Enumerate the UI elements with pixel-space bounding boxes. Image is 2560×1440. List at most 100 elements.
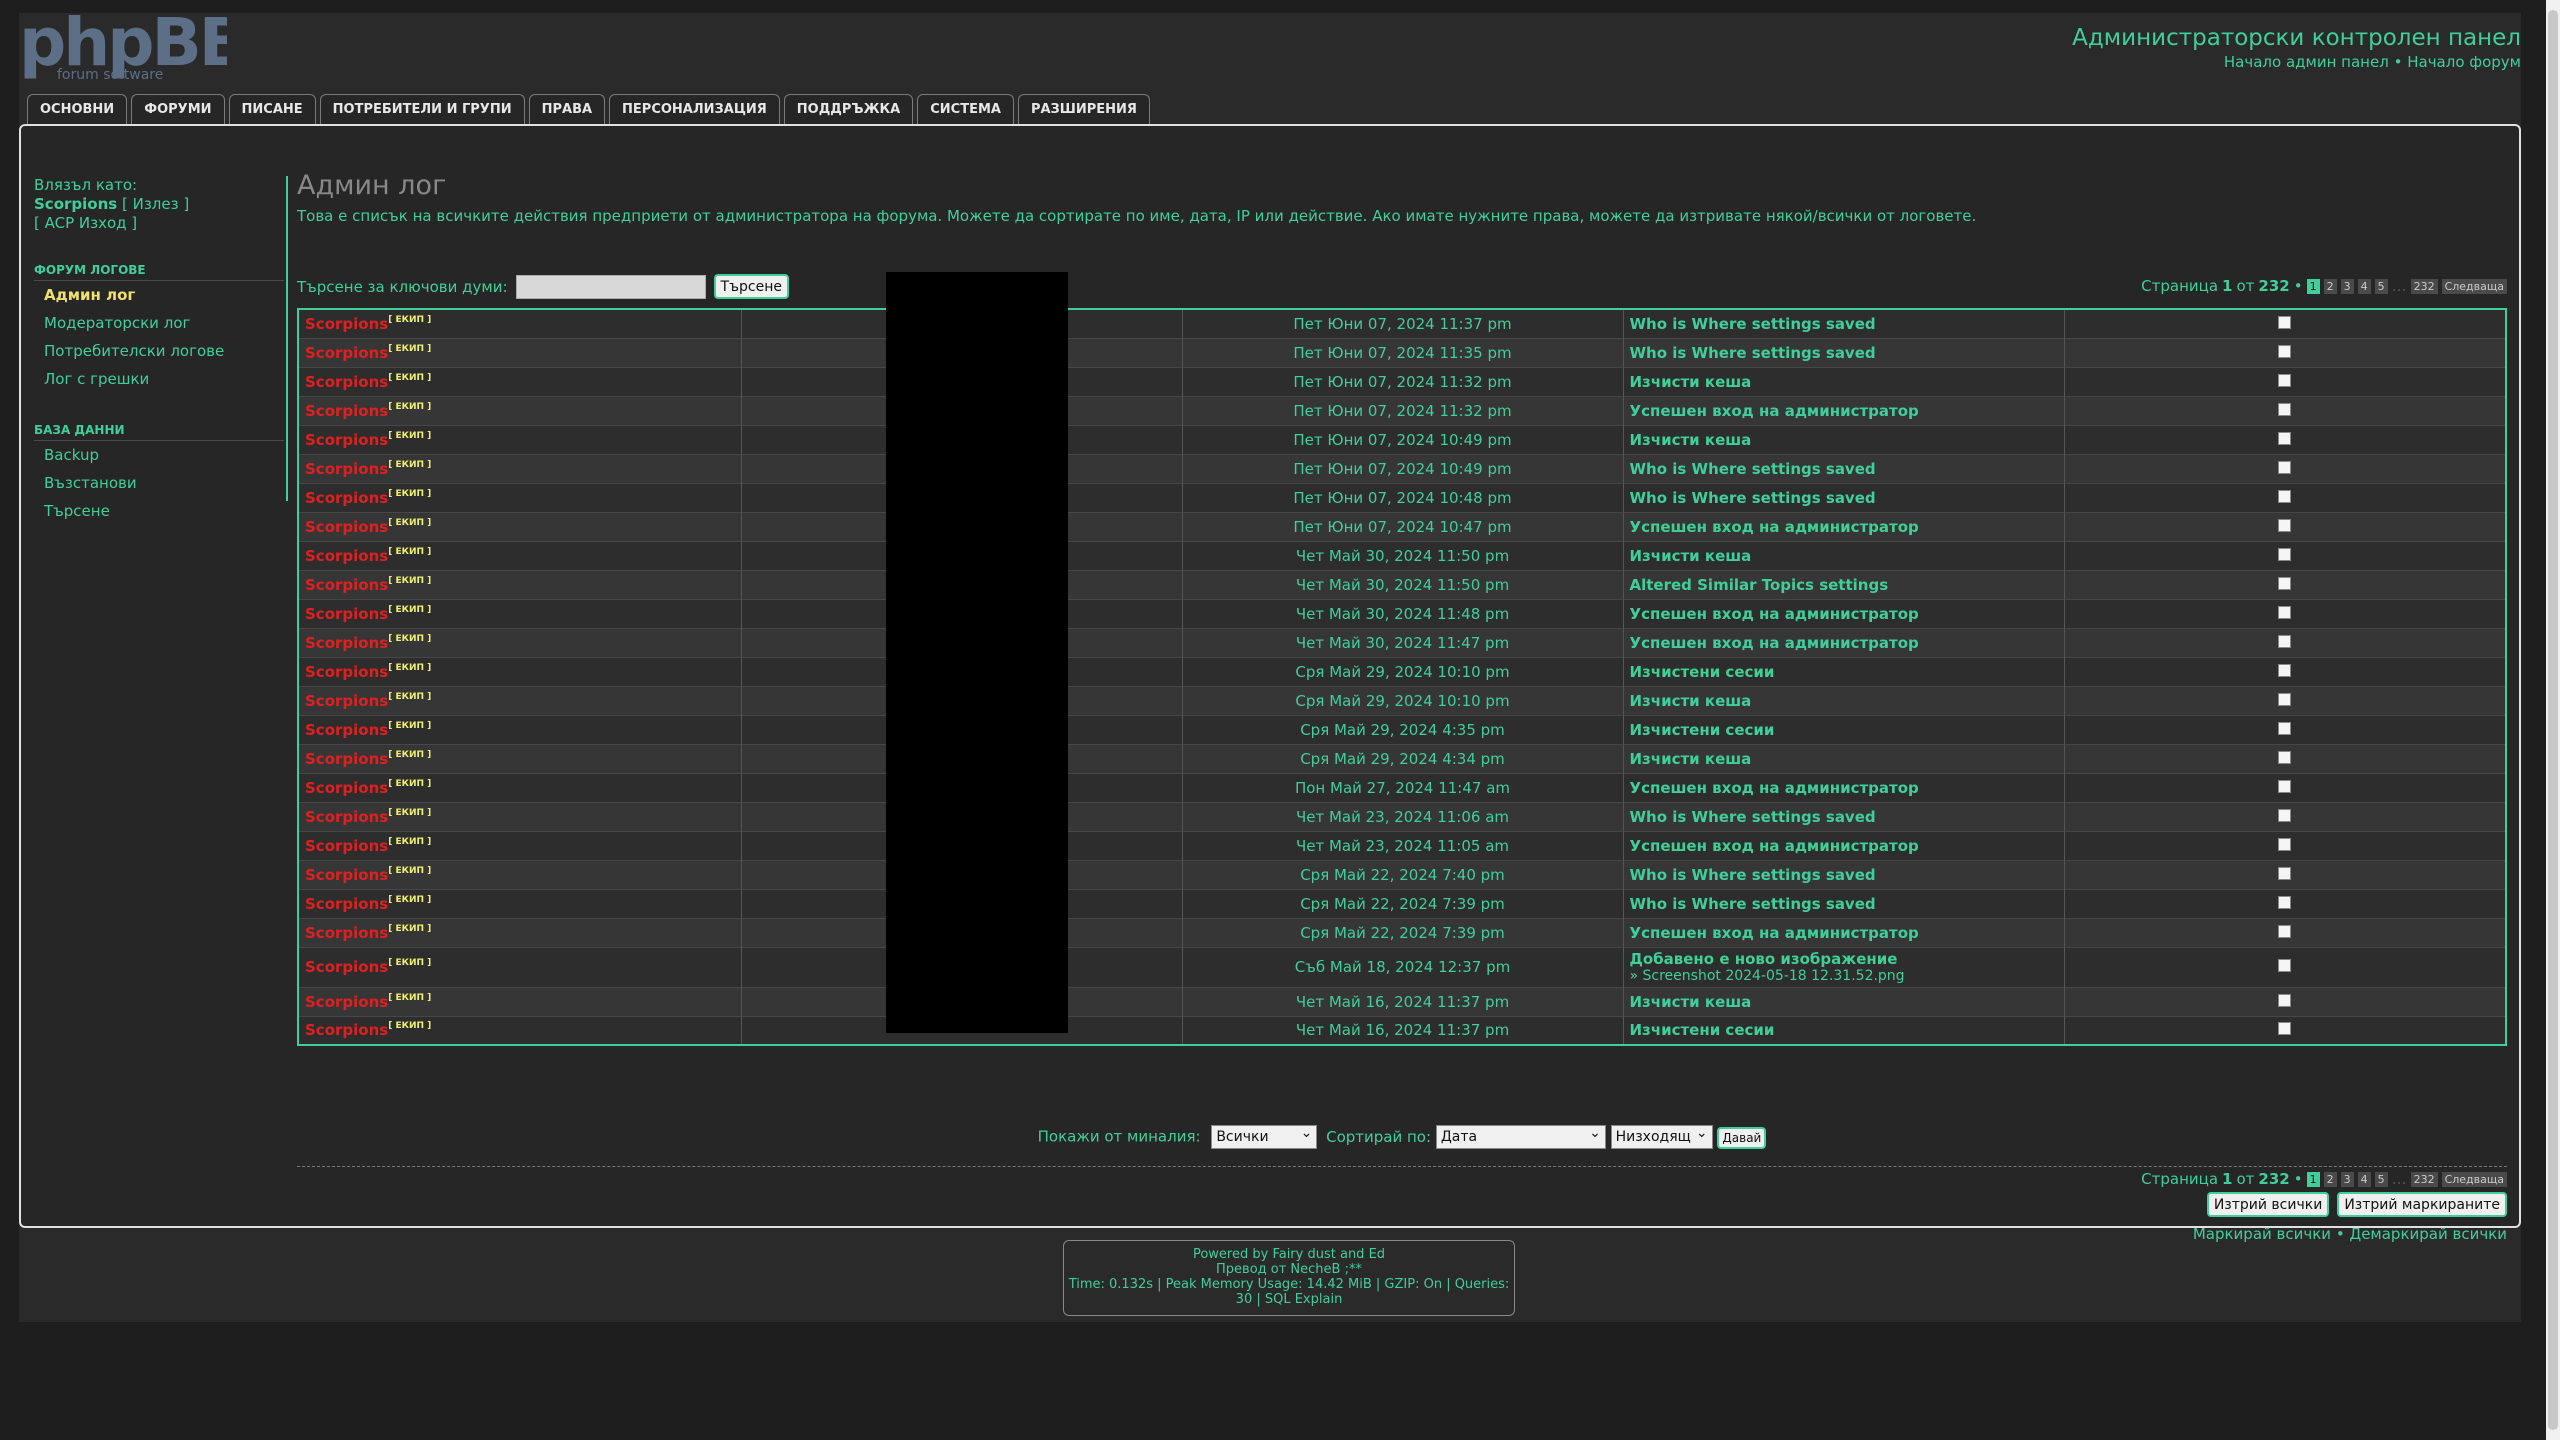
- log-team-badge[interactable]: [ ЕКИП ]: [388, 663, 431, 673]
- log-team-badge[interactable]: [ ЕКИП ]: [388, 402, 431, 412]
- log-user-link[interactable]: Scorpions: [305, 373, 388, 391]
- log-user-link[interactable]: Scorpions: [305, 895, 388, 913]
- log-team-badge[interactable]: [ ЕКИП ]: [388, 576, 431, 586]
- log-user-link[interactable]: Scorpions: [305, 779, 388, 797]
- tab-maintenance[interactable]: ПОДДРЪЖКА: [783, 94, 914, 125]
- log-team-badge[interactable]: [ ЕКИП ]: [388, 837, 431, 847]
- sidebar-item-mod-log[interactable]: Модераторски лог: [34, 309, 284, 337]
- log-mark-checkbox[interactable]: [2278, 576, 2292, 590]
- log-team-badge[interactable]: [ ЕКИП ]: [388, 373, 431, 383]
- log-team-badge[interactable]: [ ЕКИП ]: [388, 431, 431, 441]
- sidebar-item-error-log[interactable]: Лог с грешки: [34, 365, 284, 393]
- log-user-link[interactable]: Scorpions: [305, 315, 388, 333]
- log-mark-checkbox[interactable]: [2278, 837, 2292, 851]
- log-team-badge[interactable]: [ ЕКИП ]: [388, 605, 431, 615]
- page-link-5[interactable]: 5: [2374, 278, 2388, 294]
- logout-link[interactable]: [ Излез ]: [122, 195, 189, 213]
- current-user-link[interactable]: Scorpions: [34, 195, 117, 213]
- page-scrollbar[interactable]: [2546, 0, 2560, 1440]
- tab-customise[interactable]: ПЕРСОНАЛИЗАЦИЯ: [609, 94, 780, 125]
- log-mark-checkbox[interactable]: [2278, 721, 2292, 735]
- log-team-badge[interactable]: [ ЕКИП ]: [388, 924, 431, 934]
- log-user-link[interactable]: Scorpions: [305, 808, 388, 826]
- log-user-link[interactable]: Scorpions: [305, 402, 388, 420]
- log-user-link[interactable]: Scorpions: [305, 576, 388, 594]
- log-team-badge[interactable]: [ ЕКИП ]: [388, 547, 431, 557]
- log-mark-checkbox[interactable]: [2278, 634, 2292, 648]
- go-button[interactable]: Давай: [1717, 1126, 1767, 1149]
- log-user-link[interactable]: Scorpions: [305, 518, 388, 536]
- log-team-badge[interactable]: [ ЕКИП ]: [388, 895, 431, 905]
- log-team-badge[interactable]: [ ЕКИП ]: [388, 993, 431, 1003]
- show-from-select[interactable]: Всички: [1211, 1122, 1318, 1149]
- log-team-badge[interactable]: [ ЕКИП ]: [388, 779, 431, 789]
- log-mark-checkbox[interactable]: [2278, 460, 2292, 474]
- log-mark-checkbox[interactable]: [2278, 779, 2292, 793]
- page-link-5[interactable]: 5: [2374, 1171, 2388, 1187]
- tab-system[interactable]: СИСТЕМА: [917, 94, 1014, 125]
- sidebar-item-backup[interactable]: Backup: [34, 441, 284, 469]
- log-mark-checkbox[interactable]: [2278, 663, 2292, 677]
- log-mark-checkbox[interactable]: [2278, 344, 2292, 358]
- log-mark-checkbox[interactable]: [2278, 373, 2292, 387]
- sidebar-item-search[interactable]: Търсене: [34, 497, 284, 525]
- sidebar-item-restore[interactable]: Възстанови: [34, 469, 284, 497]
- search-input[interactable]: [515, 274, 706, 299]
- mark-all-link[interactable]: Маркирай всички: [2193, 1225, 2331, 1243]
- unmark-all-link[interactable]: Демаркирай всички: [2349, 1225, 2507, 1243]
- log-mark-checkbox[interactable]: [2278, 489, 2292, 503]
- sidebar-item-admin-log[interactable]: Админ лог: [34, 281, 284, 309]
- log-mark-checkbox[interactable]: [2278, 402, 2292, 416]
- delete-all-button[interactable]: Изтрий всички: [2206, 1192, 2330, 1217]
- page-link-3[interactable]: 3: [2340, 1171, 2354, 1187]
- log-mark-checkbox[interactable]: [2278, 924, 2292, 938]
- log-team-badge[interactable]: [ ЕКИП ]: [388, 721, 431, 731]
- page-link-last[interactable]: 232: [2410, 1171, 2438, 1187]
- log-team-badge[interactable]: [ ЕКИП ]: [388, 315, 431, 325]
- sort-by-select[interactable]: Дата: [1435, 1122, 1606, 1149]
- page-link-last[interactable]: 232: [2410, 278, 2438, 294]
- log-team-badge[interactable]: [ ЕКИП ]: [388, 1021, 431, 1031]
- log-team-badge[interactable]: [ ЕКИП ]: [388, 460, 431, 470]
- page-link-2[interactable]: 2: [2323, 278, 2337, 294]
- log-mark-checkbox[interactable]: [2278, 1022, 2292, 1036]
- tab-posting[interactable]: ПИСАНЕ: [228, 94, 316, 125]
- sidebar-item-user-logs[interactable]: Потребителски логове: [34, 337, 284, 365]
- tab-users-groups[interactable]: ПОТРЕБИТЕЛИ И ГРУПИ: [319, 94, 525, 125]
- log-user-link[interactable]: Scorpions: [305, 721, 388, 739]
- log-user-link[interactable]: Scorpions: [305, 460, 388, 478]
- log-user-link[interactable]: Scorpions: [305, 692, 388, 710]
- log-team-badge[interactable]: [ ЕКИП ]: [388, 344, 431, 354]
- tab-permissions[interactable]: ПРАВА: [528, 94, 606, 125]
- page-link-1[interactable]: 1: [2306, 278, 2320, 294]
- log-team-badge[interactable]: [ ЕКИП ]: [388, 489, 431, 499]
- log-mark-checkbox[interactable]: [2278, 518, 2292, 532]
- next-page-link[interactable]: Следваща: [2441, 278, 2507, 294]
- tab-extensions[interactable]: РАЗШИРЕНИЯ: [1017, 94, 1150, 125]
- log-user-link[interactable]: Scorpions: [305, 837, 388, 855]
- log-mark-checkbox[interactable]: [2278, 866, 2292, 880]
- log-user-link[interactable]: Scorpions: [305, 605, 388, 623]
- log-user-link[interactable]: Scorpions: [305, 634, 388, 652]
- page-link-4[interactable]: 4: [2357, 278, 2371, 294]
- log-user-link[interactable]: Scorpions: [305, 344, 388, 362]
- log-user-link[interactable]: Scorpions: [305, 993, 388, 1011]
- log-mark-checkbox[interactable]: [2278, 692, 2292, 706]
- page-link-4[interactable]: 4: [2357, 1171, 2371, 1187]
- page-link-1[interactable]: 1: [2306, 1171, 2320, 1187]
- page-link-2[interactable]: 2: [2323, 1171, 2337, 1187]
- log-team-badge[interactable]: [ ЕКИП ]: [388, 866, 431, 876]
- log-mark-checkbox[interactable]: [2278, 959, 2292, 972]
- log-mark-checkbox[interactable]: [2278, 993, 2292, 1007]
- log-user-link[interactable]: Scorpions: [305, 924, 388, 942]
- log-user-link[interactable]: Scorpions: [305, 958, 388, 976]
- log-team-badge[interactable]: [ ЕКИП ]: [388, 750, 431, 760]
- log-user-link[interactable]: Scorpions: [305, 750, 388, 768]
- log-team-badge[interactable]: [ ЕКИП ]: [388, 692, 431, 702]
- log-user-link[interactable]: Scorpions: [305, 547, 388, 565]
- search-button[interactable]: Търсене: [713, 274, 789, 299]
- log-team-badge[interactable]: [ ЕКИП ]: [388, 518, 431, 528]
- scrollbar-thumb[interactable]: [2548, 10, 2558, 1430]
- tab-general[interactable]: ОСНОВНИ: [27, 94, 128, 125]
- log-team-badge[interactable]: [ ЕКИП ]: [388, 808, 431, 818]
